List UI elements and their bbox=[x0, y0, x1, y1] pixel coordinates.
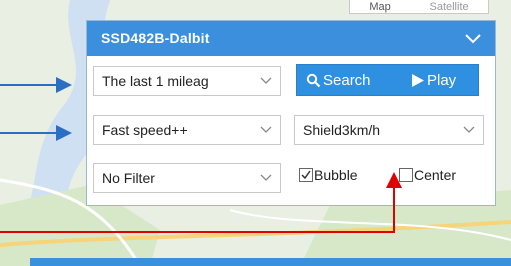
shield-select[interactable]: Shield3km/h bbox=[294, 115, 484, 145]
play-icon bbox=[412, 73, 424, 87]
speed-select-value: Fast speed++ bbox=[102, 122, 188, 138]
chevron-down-icon bbox=[260, 126, 272, 133]
play-label: Play bbox=[427, 71, 457, 89]
tab-satellite[interactable]: Satellite bbox=[429, 1, 468, 13]
checkmark-icon bbox=[301, 170, 311, 180]
tab-map[interactable]: Map bbox=[369, 1, 390, 13]
center-checkbox[interactable]: Center bbox=[399, 165, 456, 185]
panel-header: SSD482B-Dalbit bbox=[87, 21, 495, 56]
filter-select[interactable]: No Filter bbox=[93, 163, 281, 193]
search-label: Search bbox=[323, 71, 371, 89]
chevron-down-icon bbox=[463, 126, 475, 133]
vehicle-title: SSD482B-Dalbit bbox=[101, 30, 210, 46]
range-select-value: The last 1 mileag bbox=[102, 73, 209, 89]
bubble-label: Bubble bbox=[314, 167, 358, 183]
search-icon bbox=[306, 73, 321, 87]
range-select[interactable]: The last 1 mileag bbox=[93, 66, 281, 96]
shield-select-value: Shield3km/h bbox=[303, 122, 381, 138]
map-bottom-bar bbox=[30, 258, 511, 266]
map-type-tabs: Map Satellite bbox=[349, 0, 489, 14]
search-button[interactable]: Search bbox=[306, 65, 371, 95]
speed-select[interactable]: Fast speed++ bbox=[93, 115, 281, 145]
chevron-down-icon bbox=[260, 174, 272, 181]
center-checkbox-box[interactable] bbox=[399, 168, 413, 182]
play-button[interactable]: Play bbox=[411, 65, 456, 95]
filter-select-value: No Filter bbox=[102, 170, 155, 186]
center-label: Center bbox=[414, 167, 457, 183]
chevron-down-icon bbox=[260, 77, 272, 84]
chevron-down-icon bbox=[465, 34, 481, 44]
collapse-button[interactable] bbox=[463, 29, 483, 47]
action-buttons: Search Play bbox=[296, 64, 479, 96]
bubble-checkbox[interactable]: Bubble bbox=[299, 165, 358, 185]
playback-panel: SSD482B-Dalbit The last 1 mileag Search … bbox=[86, 20, 496, 206]
bubble-checkbox-box[interactable] bbox=[299, 168, 313, 182]
